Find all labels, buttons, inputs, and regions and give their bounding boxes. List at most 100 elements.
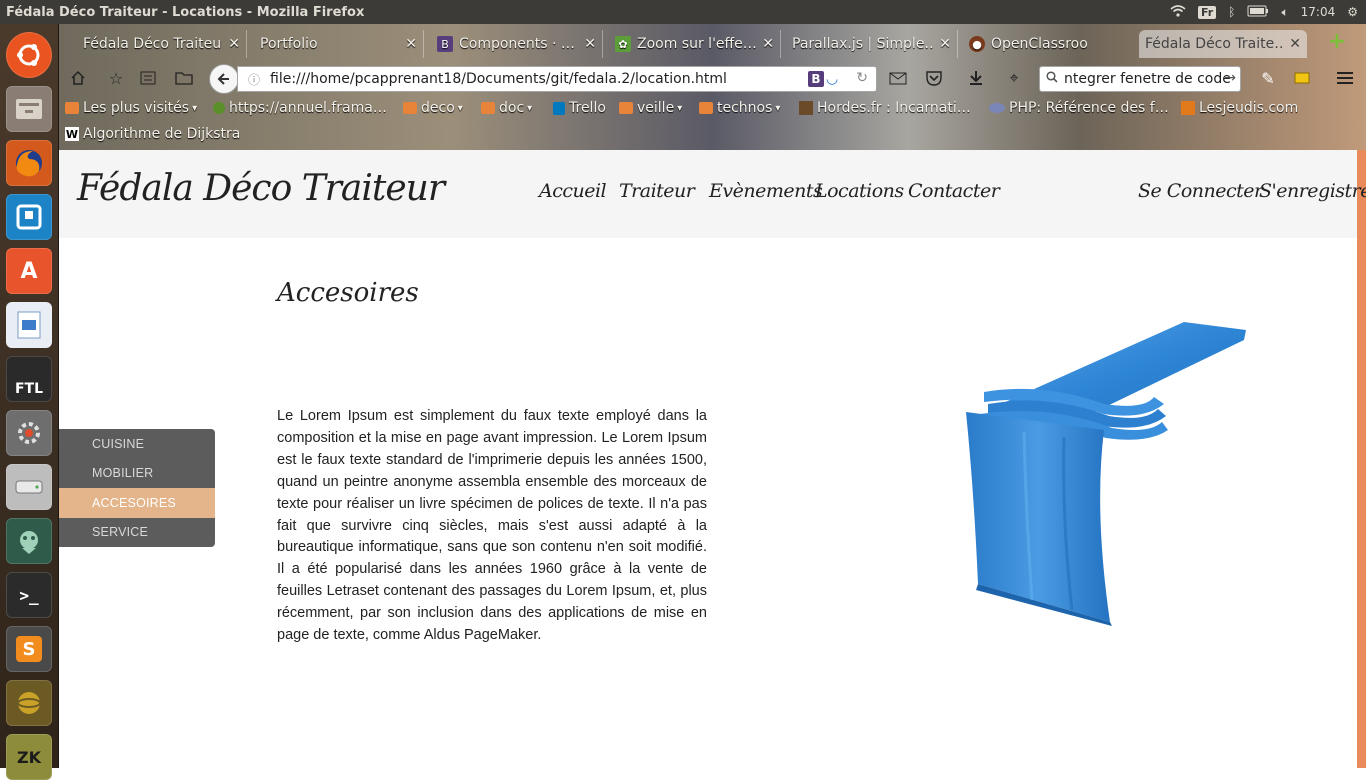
files-icon[interactable] bbox=[6, 86, 52, 132]
bookmark-folder-technos[interactable]: technos ▾ bbox=[699, 100, 780, 116]
tab-label: Fédala Déco Traite… bbox=[1145, 36, 1284, 52]
tab-label: Portfolio bbox=[260, 36, 318, 52]
tab-openclassrooms[interactable]: ● OpenClassroo bbox=[963, 30, 1093, 58]
gear-icon[interactable]: ⚙ bbox=[1347, 5, 1358, 19]
folder-icon[interactable] bbox=[171, 66, 197, 90]
close-tab-icon[interactable]: ✕ bbox=[578, 36, 596, 52]
bookmark-star-icon[interactable]: ☆ bbox=[103, 66, 129, 90]
close-tab-icon[interactable]: ✕ bbox=[1283, 36, 1301, 52]
bookmark-label: doc bbox=[499, 100, 525, 116]
menu-icon[interactable] bbox=[1332, 66, 1358, 90]
nav-locations[interactable]: Locations bbox=[815, 180, 904, 202]
search-icon bbox=[1046, 71, 1058, 87]
nav-evenements[interactable]: Evènements bbox=[709, 180, 823, 202]
globe-app-icon[interactable] bbox=[6, 680, 52, 726]
bookmark-most-visited[interactable]: Les plus visités ▾ bbox=[65, 100, 197, 116]
wikipedia-icon: W bbox=[65, 127, 79, 141]
folder-icon bbox=[65, 102, 79, 114]
close-tab-icon[interactable]: ✕ bbox=[222, 36, 240, 52]
info-icon[interactable]: ⓘ bbox=[248, 71, 260, 88]
tab-components[interactable]: B Components · … ✕ bbox=[431, 30, 603, 58]
new-tab-button[interactable]: + bbox=[1326, 31, 1348, 54]
bookmark-folder-deco[interactable]: deco ▾ bbox=[403, 100, 463, 116]
search-go-icon[interactable]: → bbox=[1224, 70, 1236, 86]
game-icon[interactable] bbox=[6, 518, 52, 564]
sidebar-item-service[interactable]: SERVICE bbox=[59, 518, 215, 548]
openclassrooms-icon: ● bbox=[969, 36, 985, 52]
bootstrap-addon-icon[interactable]: B bbox=[808, 71, 824, 87]
libreoffice-impress-icon[interactable] bbox=[6, 302, 52, 348]
clock[interactable]: 17:04 bbox=[1301, 5, 1336, 19]
close-tab-icon[interactable]: ✕ bbox=[933, 36, 951, 52]
tab-label: Components · … bbox=[459, 36, 575, 52]
folder-icon bbox=[619, 102, 633, 114]
wifi-icon[interactable] bbox=[1170, 4, 1186, 20]
back-button[interactable] bbox=[209, 64, 239, 94]
target-icon[interactable]: ⌖ bbox=[1001, 66, 1027, 90]
nav-contacter[interactable]: Contacter bbox=[908, 180, 1000, 202]
system-settings-icon[interactable] bbox=[6, 410, 52, 456]
bookmark-folder-doc[interactable]: doc ▾ bbox=[481, 100, 532, 116]
url-addons: B ◡ bbox=[808, 71, 842, 87]
disk-drive-icon[interactable] bbox=[6, 464, 52, 510]
mail-icon[interactable] bbox=[885, 66, 911, 90]
ubuntu-dash-icon[interactable] bbox=[6, 32, 52, 78]
bookmark-lesjeudis[interactable]: Lesjeudis.com bbox=[1181, 100, 1298, 116]
os-top-panel: Fédala Déco Traiteur - Locations - Mozil… bbox=[0, 0, 1366, 24]
register-link[interactable]: S'enregistrer bbox=[1259, 180, 1366, 202]
bookmark-hordes[interactable]: Hordes.fr : Incarnati… bbox=[799, 100, 971, 116]
bluetooth-icon[interactable]: ᛒ bbox=[1228, 5, 1235, 19]
tab-portfolio[interactable]: Portfolio ✕ bbox=[254, 30, 424, 58]
download-icon[interactable] bbox=[963, 66, 989, 90]
php-icon bbox=[989, 103, 1005, 113]
keyboard-layout-indicator[interactable]: Fr bbox=[1197, 5, 1217, 19]
bookmark-php[interactable]: PHP: Référence des f… bbox=[989, 100, 1169, 116]
tab-fedala-1[interactable]: Fédala Déco Traiteur ✕ bbox=[77, 30, 247, 58]
close-tab-icon[interactable]: ✕ bbox=[399, 36, 417, 52]
software-center-icon[interactable]: A bbox=[6, 248, 52, 294]
volume-muted-icon[interactable]: 🔈︎ bbox=[1281, 5, 1288, 20]
home-icon[interactable] bbox=[65, 66, 91, 90]
url-bar[interactable]: ⓘ file:///home/pcapprenant18/Documents/g… bbox=[237, 66, 877, 92]
reading-list-icon[interactable] bbox=[135, 66, 161, 90]
bookmark-label: Trello bbox=[569, 100, 606, 116]
close-tab-icon[interactable]: ✕ bbox=[756, 36, 774, 52]
sidebar-item-cuisine[interactable]: CUISINE bbox=[59, 429, 215, 459]
firefox-icon[interactable] bbox=[6, 140, 52, 186]
folder-icon bbox=[403, 102, 417, 114]
bookmark-label: Lesjeudis.com bbox=[1199, 100, 1299, 116]
bookmark-label: veille bbox=[637, 100, 675, 116]
sidebar-item-mobilier[interactable]: MOBILIER bbox=[59, 459, 215, 489]
login-link[interactable]: Se Connecter bbox=[1138, 180, 1263, 202]
battery-icon[interactable] bbox=[1247, 5, 1269, 20]
wappalyzer-icon[interactable]: ◡ bbox=[826, 71, 842, 87]
ftl-game-icon[interactable]: FTL bbox=[6, 356, 52, 402]
pen-icon[interactable]: ✎ bbox=[1255, 66, 1281, 90]
chevron-down-icon: ▾ bbox=[457, 102, 463, 114]
tab-strip: Fédala Déco Traiteur ✕ Portfolio ✕ B Com… bbox=[59, 24, 1366, 60]
bookmark-dijkstra[interactable]: W Algorithme de Dijkstra bbox=[65, 126, 240, 142]
tab-zoom[interactable]: ✿ Zoom sur l'effe… ✕ bbox=[609, 30, 781, 58]
chevron-down-icon: ▾ bbox=[775, 102, 781, 114]
nav-traiteur[interactable]: Traiteur bbox=[619, 180, 695, 202]
tab-fedala-active[interactable]: Fédala Déco Traite… ✕ bbox=[1139, 30, 1307, 58]
page-viewport: Fédala Déco Traiteur Accueil Traiteur Ev… bbox=[59, 150, 1366, 768]
addon-yellow-icon[interactable] bbox=[1289, 66, 1315, 90]
sidebar-item-accesoires[interactable]: ACCESOIRES bbox=[59, 488, 215, 518]
bookmarks-toolbar: Les plus visités ▾ https://annuel.frama…… bbox=[59, 98, 1366, 122]
sublime-text-icon[interactable]: S bbox=[6, 626, 52, 672]
bookmark-framasoft[interactable]: https://annuel.frama… bbox=[213, 100, 387, 116]
search-bar[interactable]: ntegrer fenetre de code → bbox=[1039, 66, 1241, 92]
bookmark-label: Les plus visités bbox=[83, 100, 190, 116]
bookmark-trello[interactable]: Trello bbox=[553, 100, 606, 116]
sublime-vm-icon[interactable] bbox=[6, 194, 52, 240]
bookmark-folder-veille[interactable]: veille ▾ bbox=[619, 100, 682, 116]
tab-parallax[interactable]: Parallax.js | Simple… ✕ bbox=[786, 30, 958, 58]
nav-accueil[interactable]: Accueil bbox=[539, 180, 607, 202]
reload-icon[interactable]: ↻ bbox=[856, 70, 868, 86]
category-sidebar: CUISINE MOBILIER ACCESOIRES SERVICE bbox=[59, 429, 215, 547]
terminal-icon[interactable]: >_ bbox=[6, 572, 52, 618]
pocket-icon[interactable] bbox=[921, 66, 947, 90]
zk-app-icon[interactable]: ZK bbox=[6, 734, 52, 780]
site-brand[interactable]: Fédala Déco Traiteur bbox=[77, 168, 445, 209]
